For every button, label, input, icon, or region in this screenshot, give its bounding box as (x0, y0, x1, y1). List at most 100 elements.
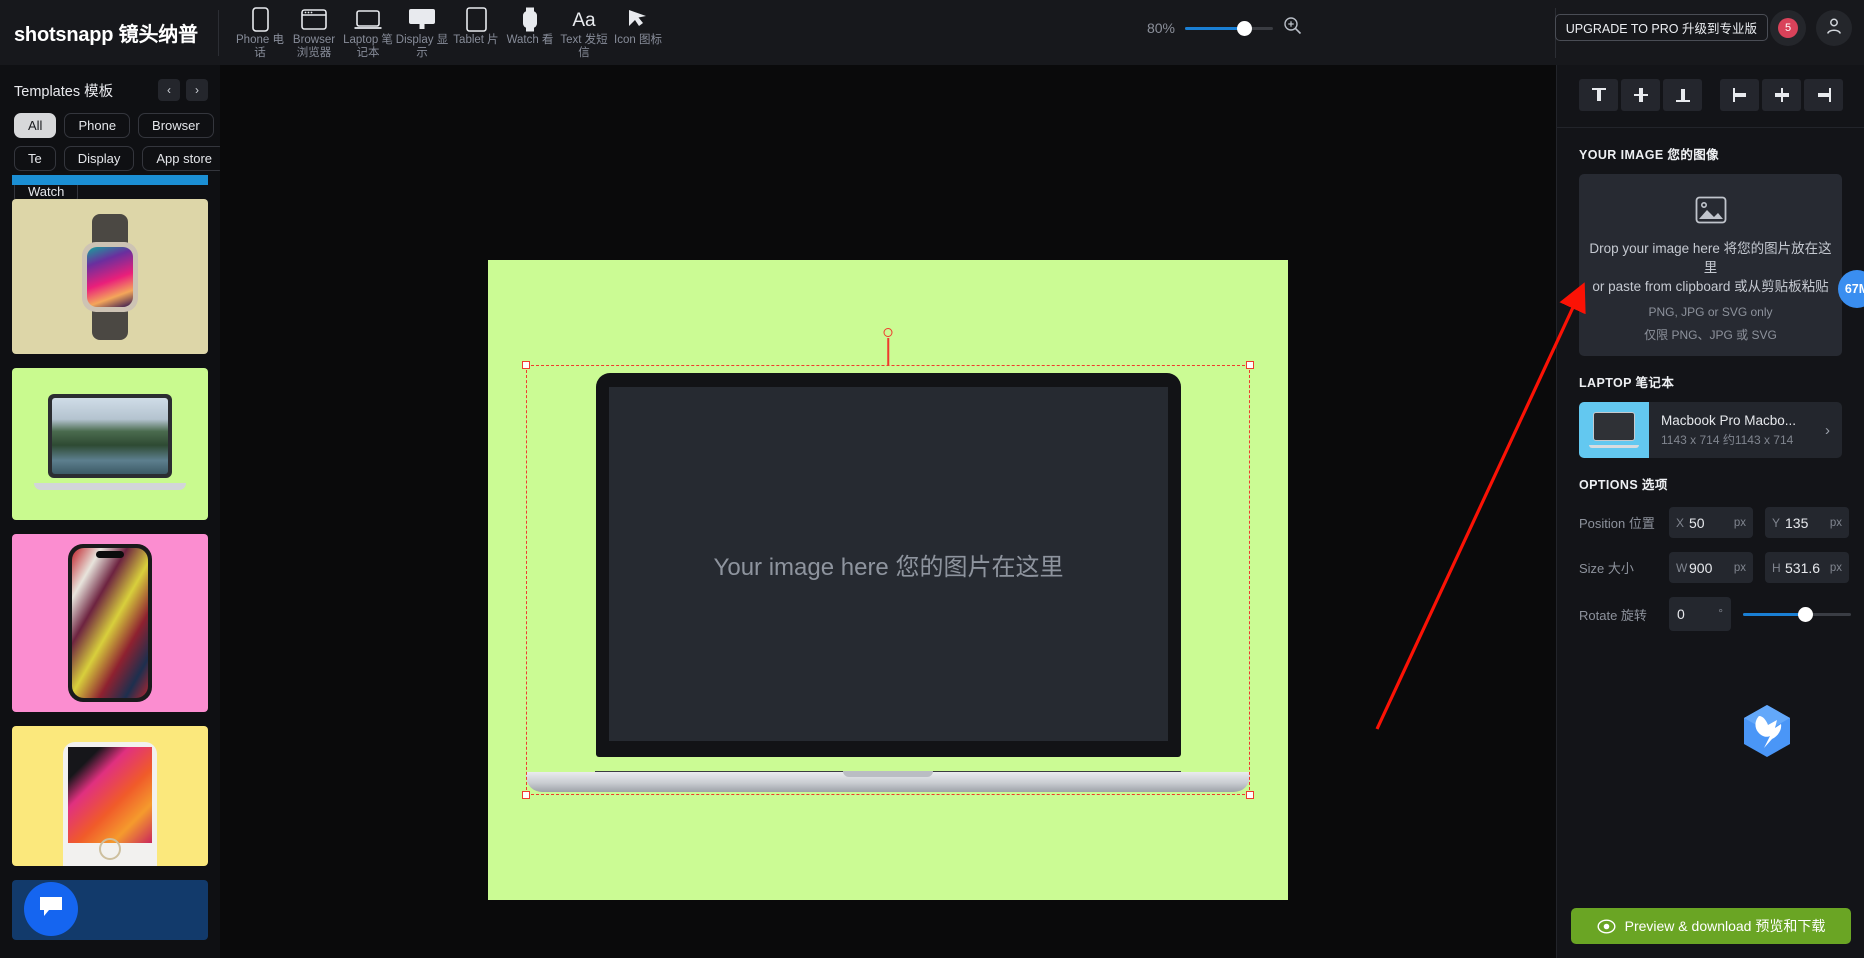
tool-laptop[interactable]: Laptop 笔记本 (341, 2, 395, 60)
preview-download-label: Preview & download 预览和下载 (1625, 916, 1826, 936)
laptop-screen (52, 398, 168, 474)
editor-stage[interactable]: Your image here 您的图片在这里 (220, 65, 1556, 958)
resize-handle-bottom-right[interactable] (1246, 791, 1254, 799)
account-button[interactable] (1816, 10, 1852, 46)
design-canvas[interactable]: Your image here 您的图片在这里 (488, 260, 1288, 900)
phone-notch (96, 551, 124, 558)
resize-handle-top-right[interactable] (1246, 361, 1254, 369)
device-selector-row[interactable]: Macbook Pro Macbo... 1143 x 714 约1143 x … (1579, 402, 1842, 458)
shotsnapp-app: shotsnapp 镜头纳普 Phone 电话 Browser 浏览器 Lapt (0, 0, 1864, 958)
tool-watch[interactable]: Watch 看 (503, 2, 557, 47)
device-name: Macbook Pro Macbo... (1661, 413, 1813, 428)
phone-home-mockup (63, 742, 157, 866)
home-button-icon (99, 838, 121, 860)
position-y-field[interactable]: Y px (1765, 507, 1849, 538)
align-bottom-icon[interactable] (1663, 79, 1702, 111)
template-thumbnail[interactable] (12, 726, 208, 866)
zoom-slider[interactable] (1185, 27, 1273, 30)
template-thumbnail[interactable] (12, 175, 208, 185)
phone-mockup (68, 544, 152, 702)
rotate-slider-knob[interactable] (1798, 607, 1813, 622)
size-height-prefix: H (1772, 561, 1785, 575)
eye-icon (1597, 919, 1616, 934)
tool-phone[interactable]: Phone 电话 (233, 2, 287, 60)
align-horizontal-center-icon[interactable] (1762, 79, 1801, 111)
rotate-input[interactable] (1677, 606, 1715, 622)
tablet-icon (466, 6, 487, 32)
unit-label: px (1830, 562, 1842, 574)
position-x-input[interactable] (1689, 515, 1731, 531)
zoom-slider-knob[interactable] (1237, 21, 1252, 36)
device-dimensions: 1143 x 714 约1143 x 714 (1661, 431, 1813, 448)
unit-label: px (1830, 517, 1842, 529)
align-right-icon[interactable] (1804, 79, 1843, 111)
size-width-field[interactable]: W px (1669, 552, 1753, 583)
align-vertical-center-icon[interactable] (1621, 79, 1660, 111)
zoom-in-icon[interactable] (1283, 16, 1302, 40)
your-image-title: YOUR IMAGE 您的图像 (1557, 128, 1864, 163)
templates-next-button[interactable]: › (186, 79, 208, 101)
laptop-lid (1593, 412, 1635, 441)
chevron-right-icon[interactable]: › (1813, 422, 1842, 439)
filter-chip-text[interactable]: Te (14, 146, 56, 171)
tool-label: Display 显示 (395, 34, 449, 60)
align-top-icon[interactable] (1579, 79, 1618, 111)
position-y-input[interactable] (1785, 515, 1827, 531)
laptop-lid (48, 394, 172, 478)
notifications-button[interactable]: 5 (1770, 10, 1806, 46)
filter-chip-phone[interactable]: Phone (64, 113, 130, 138)
rotation-stem (887, 338, 889, 366)
zoom-control: 80% (1147, 16, 1302, 40)
resize-handle-top-left[interactable] (522, 361, 530, 369)
text-icon: Aa (569, 6, 599, 32)
upgrade-to-pro-button[interactable]: UPGRADE TO PRO 升级到专业版 (1555, 14, 1768, 41)
tool-tablet[interactable]: Tablet 片 (449, 2, 503, 47)
laptop-mockup (34, 394, 186, 494)
position-x-prefix: X (1676, 516, 1689, 530)
svg-text:Aa: Aa (572, 10, 596, 30)
user-icon (1824, 16, 1844, 41)
template-thumbnail[interactable] (12, 199, 208, 354)
filter-chip-app-store[interactable]: App store (142, 146, 220, 171)
size-height-field[interactable]: H px (1765, 552, 1849, 583)
selection-box[interactable] (526, 365, 1250, 795)
template-thumbnail[interactable] (12, 368, 208, 520)
template-thumbnail[interactable] (12, 534, 208, 712)
dropzone-line-2: or paste from clipboard 或从剪贴板粘贴 (1584, 277, 1836, 296)
watch-body (82, 242, 138, 312)
tool-label: Watch 看 (507, 34, 554, 47)
image-placeholder-icon (1695, 196, 1727, 229)
image-dropzone[interactable]: Drop your image here 将您的图片放在这里 or paste … (1579, 174, 1842, 356)
macbook-mockup[interactable]: Your image here 您的图片在这里 (526, 365, 1250, 795)
tool-text[interactable]: Aa Text 发短信 (557, 2, 611, 60)
rotation-handle[interactable] (884, 328, 893, 337)
rotate-field[interactable]: ° (1669, 597, 1731, 631)
zoom-slider-fill (1185, 27, 1245, 30)
size-height-input[interactable] (1785, 560, 1827, 576)
filter-chip-browser[interactable]: Browser (138, 113, 214, 138)
size-width-input[interactable] (1689, 560, 1731, 576)
chat-support-button[interactable] (24, 882, 78, 936)
phone-icon (252, 6, 269, 32)
align-left-icon[interactable] (1720, 79, 1759, 111)
unit-label: px (1734, 517, 1746, 529)
filter-chip-all[interactable]: All (14, 113, 56, 138)
phone-screen (72, 548, 148, 698)
template-thumbnail-list[interactable] (0, 175, 220, 958)
templates-header: Templates 模板 ‹ › (0, 65, 220, 101)
notification-badge: 5 (1778, 18, 1798, 38)
resize-handle-bottom-left[interactable] (522, 791, 530, 799)
templates-prev-button[interactable]: ‹ (158, 79, 180, 101)
position-x-field[interactable]: X px (1669, 507, 1753, 538)
preview-download-button[interactable]: Preview & download 预览和下载 (1571, 908, 1851, 944)
rotate-slider[interactable] (1743, 613, 1851, 616)
watch-screen (87, 247, 133, 307)
tool-display[interactable]: Display 显示 (395, 2, 449, 60)
filter-chip-display[interactable]: Display (64, 146, 135, 171)
tool-browser[interactable]: Browser 浏览器 (287, 2, 341, 60)
dropzone-line-4: 仅限 PNG、JPG 或 SVG (1644, 326, 1777, 343)
watch-icon (521, 6, 539, 32)
tool-icon[interactable]: Icon 图标 (611, 2, 665, 47)
app-logo[interactable]: shotsnapp 镜头纳普 (0, 0, 218, 65)
laptop-section-title: LAPTOP 笔记本 (1557, 356, 1864, 391)
